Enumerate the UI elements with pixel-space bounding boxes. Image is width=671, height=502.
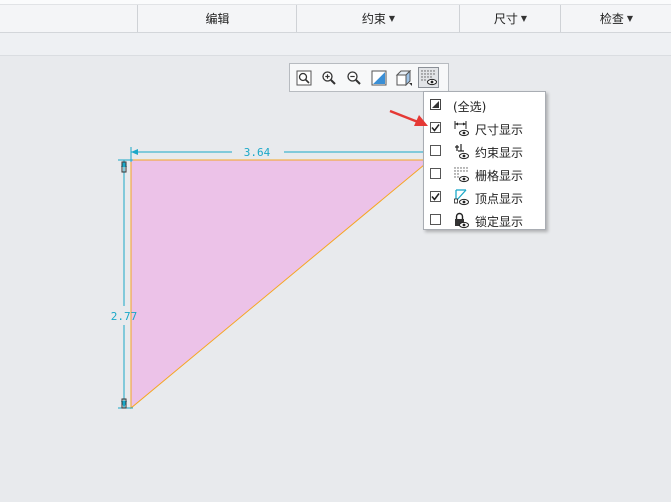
checkbox-lock-display[interactable] [430,214,441,225]
repaint-icon[interactable] [368,67,389,88]
checkbox-dimension-display[interactable] [430,122,441,133]
triangle-face[interactable] [130,159,432,410]
zoom-out-icon[interactable] [343,67,364,88]
menu-item-dimension-display-label: 尺寸显示 [475,123,524,137]
menu-item-constraint-display[interactable]: 约束显示 [424,140,545,163]
lock-display-icon [453,212,470,229]
menu-item-select-all-label: (全选) [453,100,487,114]
annotation-arrow-icon [389,109,428,126]
dimension-display-icon [453,120,470,137]
checkbox-constraint-display[interactable] [430,145,441,156]
select-all-icon[interactable] [430,99,441,110]
menu-item-lock-display-label: 锁定显示 [475,215,524,229]
vertex-display-icon [453,189,470,206]
menu-item-vertex-display-label: 顶点显示 [475,192,524,206]
graphics-toolbar [289,63,449,92]
menu-item-select-all[interactable]: (全选) [424,94,545,117]
refit-icon[interactable] [293,67,314,88]
dimension-width-label[interactable]: 3.64 [244,146,271,159]
menu-item-grid-display-label: 栅格显示 [475,169,524,183]
checkbox-grid-display[interactable] [430,168,441,179]
dimension-height-label[interactable]: 2.77 [111,310,138,323]
display-style-icon[interactable] [393,67,414,88]
grid-display-icon [453,166,470,183]
menu-item-dimension-display[interactable]: 尺寸显示 [424,117,545,140]
sketcher-display-filter-icon[interactable] [418,67,439,88]
menu-item-vertex-display[interactable]: 顶点显示 [424,186,545,209]
menu-item-lock-display[interactable]: 锁定显示 [424,209,545,232]
menu-item-constraint-display-label: 约束显示 [475,146,524,160]
display-filter-menu: (全选) 尺寸显示 约束显示 栅格显示 顶点显示 锁定显示 [423,91,546,230]
menu-item-grid-display[interactable]: 栅格显示 [424,163,545,186]
zoom-in-icon[interactable] [318,67,339,88]
checkbox-vertex-display[interactable] [430,191,441,202]
constraint-display-icon [453,143,470,160]
